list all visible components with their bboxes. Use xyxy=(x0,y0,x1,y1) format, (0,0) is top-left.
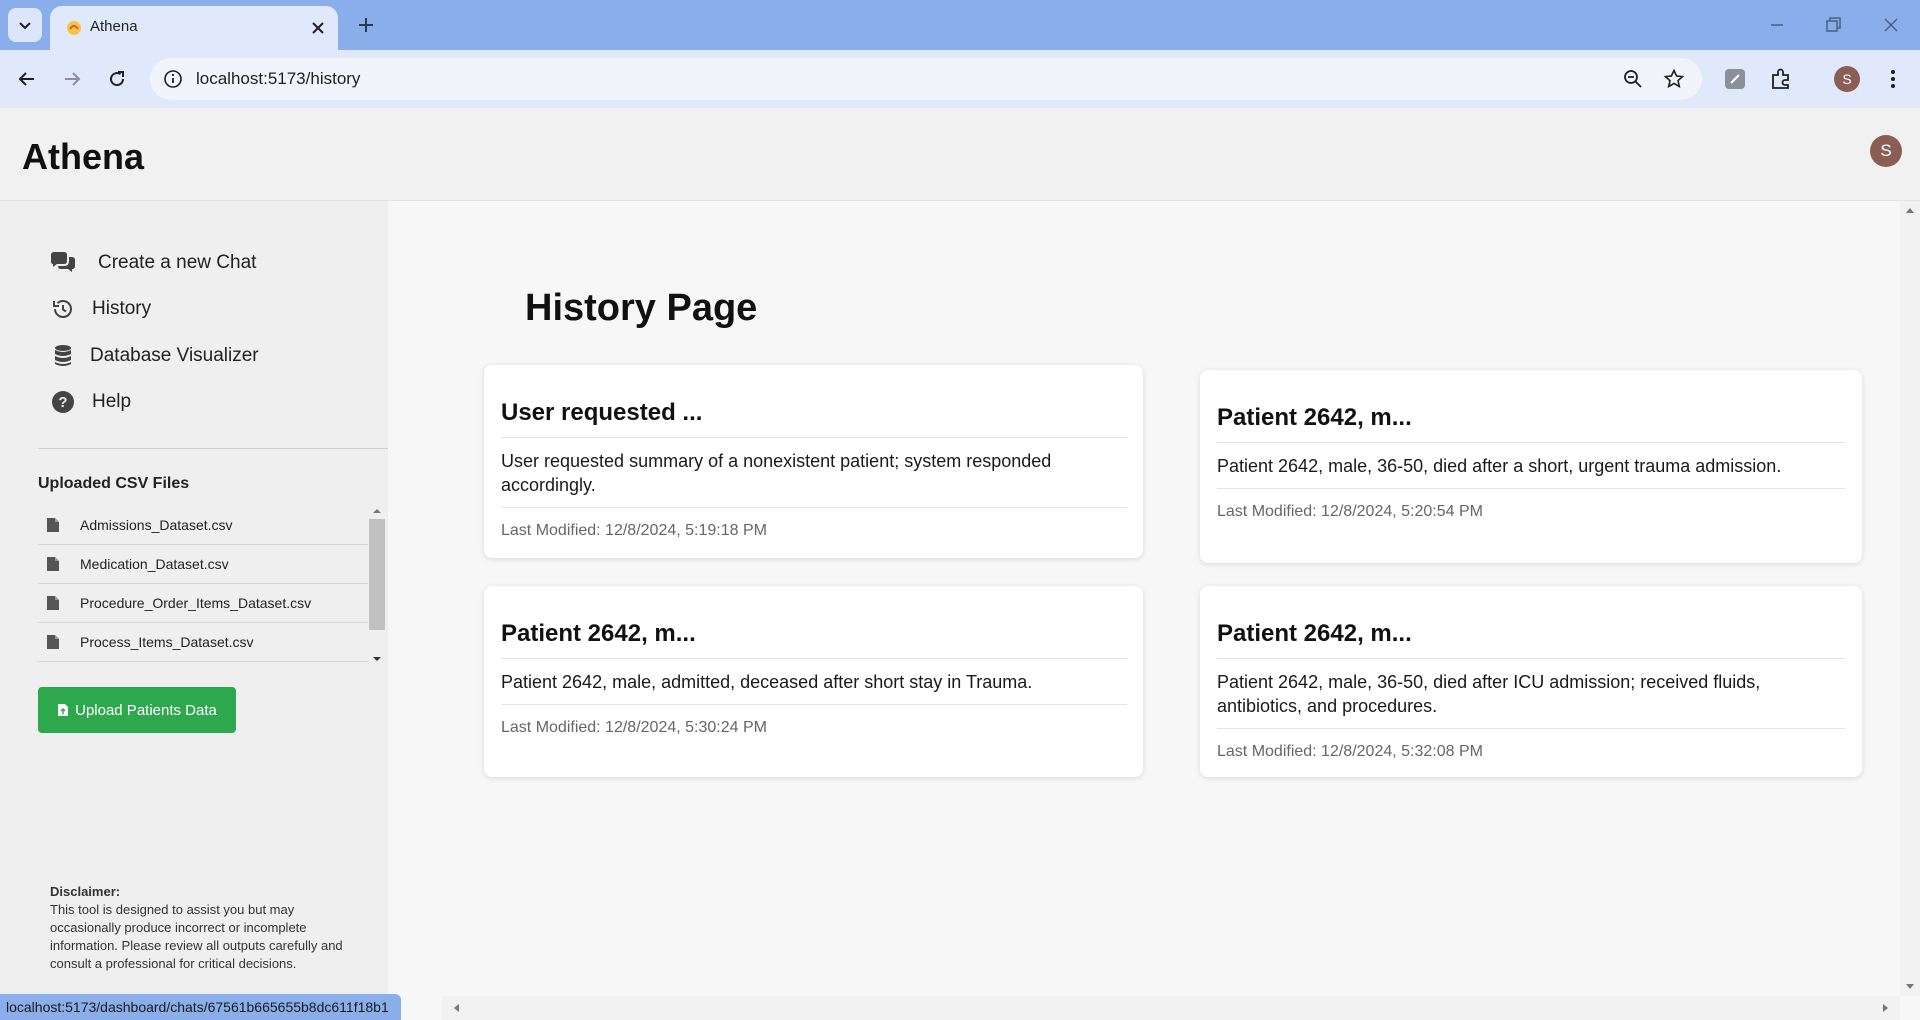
card-summary: User requested summary of a nonexistent … xyxy=(501,451,1052,495)
csv-file-item[interactable]: Medication_Dataset.csv xyxy=(38,545,368,584)
card-divider xyxy=(1217,658,1845,659)
card-last-modified: Last Modified: 12/8/2024, 5:19:18 PM xyxy=(501,522,767,539)
history-icon xyxy=(48,296,78,322)
browser-tab-active[interactable]: Athena xyxy=(50,6,338,50)
page-title: History Page xyxy=(525,287,758,329)
card-last-modified: Last Modified: 12/8/2024, 5:30:24 PM xyxy=(501,719,767,736)
uploaded-csv-heading: Uploaded CSV Files xyxy=(38,475,190,492)
csv-file-name: Process_Items_Dataset.csv xyxy=(80,634,254,650)
disclaimer-heading: Disclaimer: xyxy=(50,884,121,899)
nav-label-database-visualizer: Database Visualizer xyxy=(90,345,259,366)
reload-button[interactable] xyxy=(102,64,132,94)
card-title: User requested ... xyxy=(501,399,703,426)
page-vertical-scrollbar[interactable] xyxy=(1900,201,1920,996)
database-icon xyxy=(48,343,78,369)
csv-list-scrollbar[interactable] xyxy=(368,506,386,666)
csv-file-item[interactable]: Process_Items_Dataset.csv xyxy=(38,623,368,662)
card-divider xyxy=(1217,728,1845,729)
app-title[interactable]: Athena xyxy=(22,136,144,178)
tab-title: Athena xyxy=(90,18,138,35)
close-tab-icon[interactable] xyxy=(308,18,328,38)
chevron-down-icon xyxy=(19,22,31,30)
card-divider xyxy=(1217,442,1845,443)
card-divider xyxy=(1217,488,1845,489)
history-card[interactable]: Patient 2642, m... Patient 2642, male, 3… xyxy=(1200,586,1862,777)
zoom-icon[interactable] xyxy=(1622,68,1644,90)
nav-create-new-chat[interactable]: Create a new Chat xyxy=(48,245,256,281)
sidebar-divider xyxy=(38,448,388,449)
main-content: History Page User requested ... User req… xyxy=(388,201,1900,996)
card-title: Patient 2642, m... xyxy=(1217,404,1412,431)
restore-window-icon[interactable] xyxy=(1822,14,1844,36)
close-window-icon[interactable] xyxy=(1880,14,1902,36)
disclaimer: Disclaimer: This tool is designed to ass… xyxy=(50,883,360,973)
csv-file-name: Medication_Dataset.csv xyxy=(80,556,229,572)
reload-icon xyxy=(110,71,125,87)
site-info-icon[interactable] xyxy=(162,68,184,90)
file-icon xyxy=(47,518,59,532)
tab-search-button[interactable] xyxy=(8,8,42,42)
nav-help[interactable]: ? Help xyxy=(48,384,131,420)
disclaimer-text: This tool is designed to assist you but … xyxy=(50,902,343,971)
card-title: Patient 2642, m... xyxy=(1217,620,1412,647)
new-tab-icon[interactable] xyxy=(353,12,379,38)
csv-file-list[interactable]: Admissions_Dataset.csv Medication_Datase… xyxy=(38,506,368,666)
minimize-window-icon[interactable] xyxy=(1766,14,1788,36)
status-bar-link-preview: localhost:5173/dashboard/chats/67561b665… xyxy=(0,994,401,1020)
card-divider xyxy=(501,704,1127,705)
history-card[interactable]: User requested ... User requested summar… xyxy=(484,365,1143,558)
card-divider xyxy=(501,437,1127,438)
more-menu-icon[interactable] xyxy=(1880,66,1906,92)
nav-label-create-new-chat: Create a new Chat xyxy=(98,252,257,273)
bookmark-star-icon[interactable] xyxy=(1663,68,1685,90)
sidebar: Create a new Chat History Database Visua… xyxy=(0,201,388,996)
url-text[interactable]: localhost:5173/history xyxy=(196,69,360,89)
nav-label-help: Help xyxy=(92,391,132,412)
upload-patients-data-button[interactable]: Upload Patients Data xyxy=(38,687,236,733)
back-button[interactable] xyxy=(12,64,42,94)
browser-profile-avatar[interactable]: S xyxy=(1834,66,1860,92)
file-icon xyxy=(47,557,59,571)
app-header: Athena S xyxy=(0,108,1920,201)
athena-favicon-icon xyxy=(67,21,81,35)
nav-history[interactable]: History xyxy=(48,291,151,327)
nav-database-visualizer[interactable]: Database Visualizer xyxy=(48,338,259,374)
extensions-puzzle-icon[interactable] xyxy=(1768,66,1794,92)
csv-file-name: Procedure_Order_Items_Dataset.csv xyxy=(80,595,312,611)
csv-file-item[interactable]: Procedure_Order_Items_Dataset.csv xyxy=(38,584,368,623)
nav-label-history: History xyxy=(92,298,152,319)
file-upload-icon xyxy=(58,704,69,716)
chat-bubbles-icon xyxy=(48,250,78,276)
browser-tab-strip: Athena xyxy=(0,0,1920,50)
card-title: Patient 2642, m... xyxy=(501,620,696,647)
svg-text:?: ? xyxy=(58,394,67,411)
history-card[interactable]: Patient 2642, m... Patient 2642, male, 3… xyxy=(1200,370,1862,563)
card-summary: Patient 2642, male, 36-50, died after IC… xyxy=(1217,672,1761,716)
user-avatar[interactable]: S xyxy=(1870,135,1902,167)
card-summary: Patient 2642, male, 36-50, died after a … xyxy=(1217,456,1782,476)
csv-file-item[interactable]: Admissions_Dataset.csv xyxy=(38,506,368,545)
forward-button[interactable] xyxy=(57,64,87,94)
arrow-right-icon xyxy=(65,72,81,86)
file-icon xyxy=(47,596,59,610)
browser-toolbar: localhost:5173/history S xyxy=(0,50,1920,108)
upload-button-label: Upload Patients Data xyxy=(75,701,217,719)
file-icon xyxy=(47,635,59,649)
arrow-left-icon xyxy=(18,72,34,86)
address-bar[interactable]: localhost:5173/history xyxy=(150,58,1702,100)
card-divider xyxy=(501,658,1127,659)
card-divider xyxy=(501,507,1127,508)
help-icon: ? xyxy=(48,389,78,415)
card-summary: Patient 2642, male, admitted, deceased a… xyxy=(501,672,1033,692)
page-horizontal-scrollbar[interactable] xyxy=(442,996,1900,1020)
csv-file-name: Admissions_Dataset.csv xyxy=(80,517,233,533)
history-card[interactable]: Patient 2642, m... Patient 2642, male, a… xyxy=(484,586,1143,777)
extension-app-icon[interactable] xyxy=(1722,66,1748,92)
card-last-modified: Last Modified: 12/8/2024, 5:20:54 PM xyxy=(1217,503,1483,520)
card-last-modified: Last Modified: 12/8/2024, 5:32:08 PM xyxy=(1217,743,1483,760)
